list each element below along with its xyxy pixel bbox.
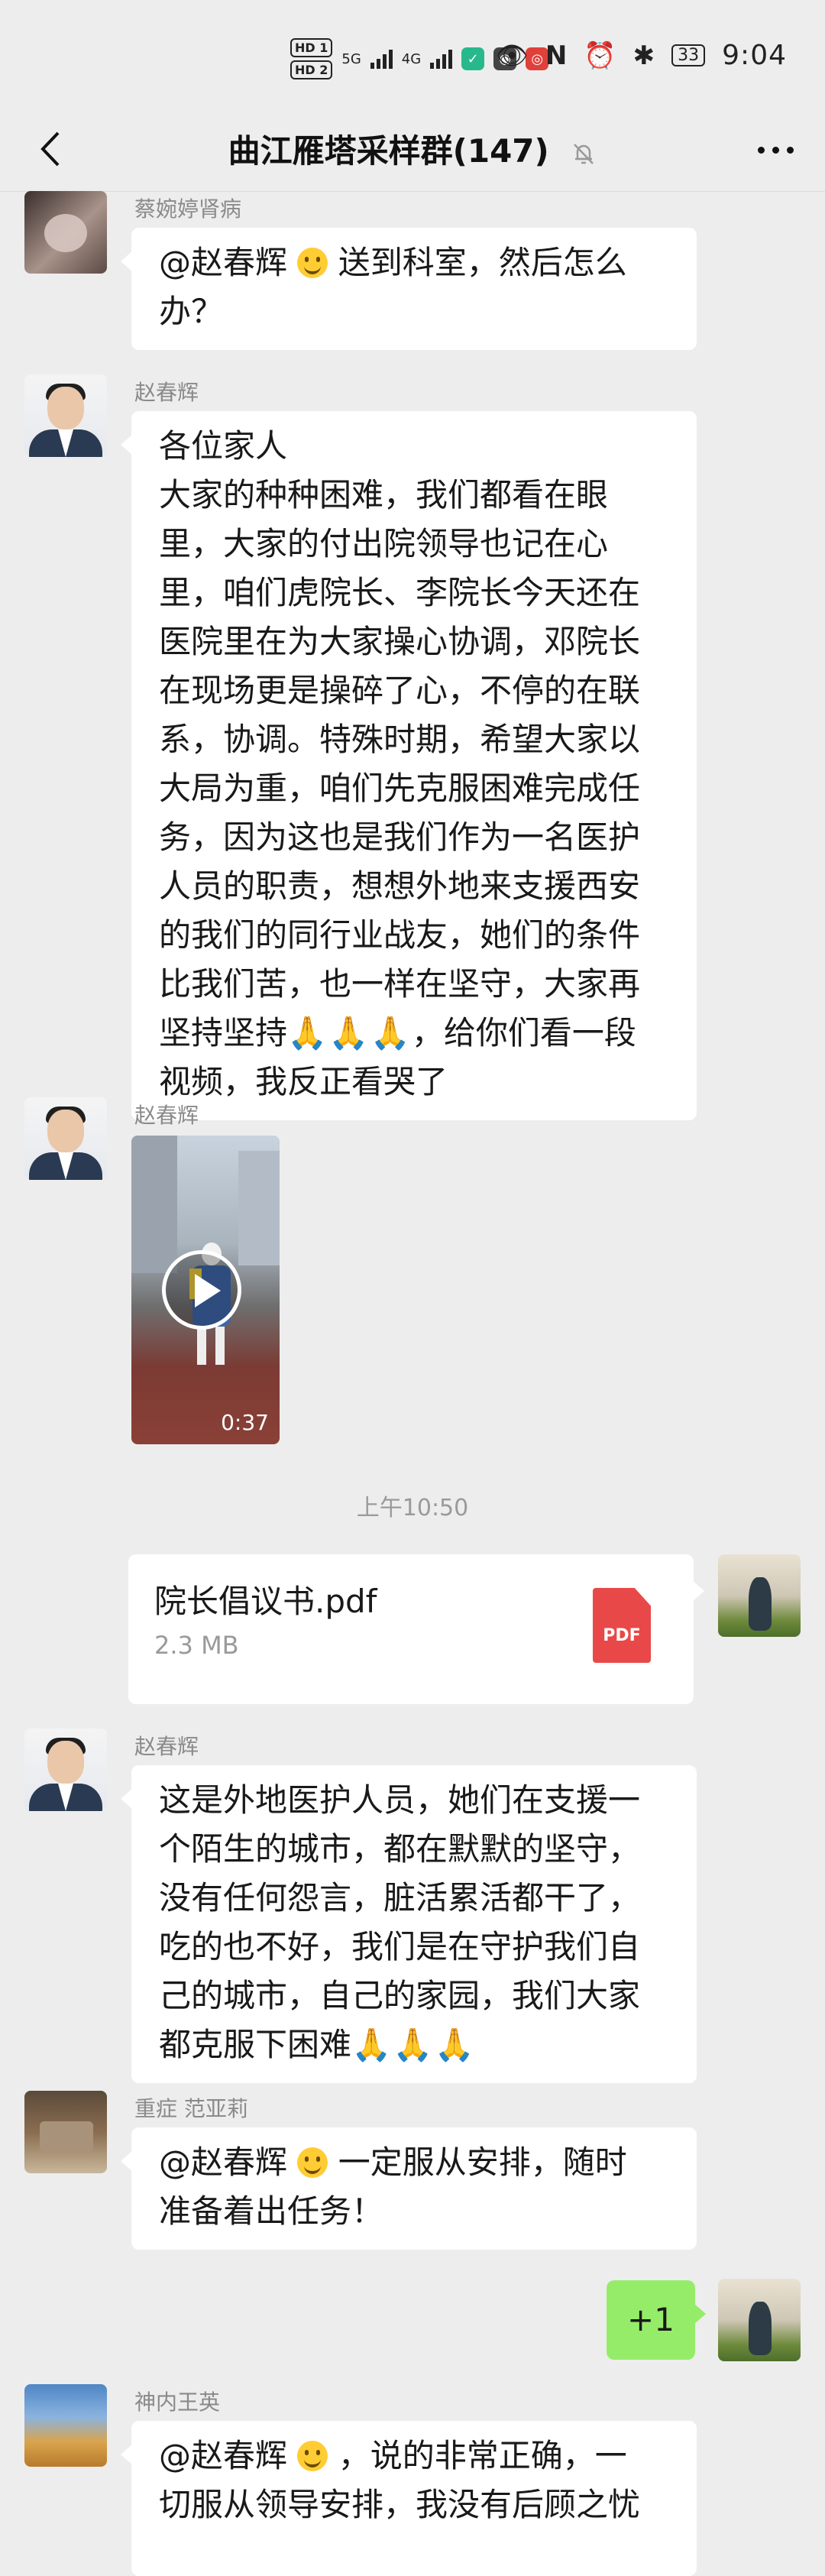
message-bubble[interactable]: +1	[607, 2280, 706, 2360]
avatar[interactable]	[718, 2279, 801, 2361]
avatar[interactable]	[24, 2091, 107, 2173]
nfc-icon: N	[545, 40, 568, 71]
chat-title-wrap: 曲江雁塔采样群(147)	[0, 125, 825, 172]
avatar[interactable]	[24, 2384, 107, 2467]
bluetooth-icon: ✱	[632, 40, 655, 71]
play-icon[interactable]	[162, 1250, 241, 1330]
sender-name: 赵春辉	[134, 1103, 199, 1128]
timestamp: 上午10:50	[356, 1495, 469, 1521]
pdf-file-icon: PDF	[593, 1588, 651, 1663]
smile-emoji-icon	[297, 248, 328, 278]
mention[interactable]: @赵春辉	[159, 2437, 287, 2474]
eye-icon: 👁	[495, 40, 529, 71]
sender-name: 神内王英	[134, 2390, 221, 2415]
message-bubble[interactable]: @赵春辉 送到科室，然后怎么 办？	[121, 228, 697, 350]
file-message[interactable]: 院长倡议书.pdf 2.3 MB PDF	[128, 1554, 704, 1704]
message-bubble[interactable]: @赵春辉 一定服从安排，随时 准备着出任务！	[121, 2127, 697, 2250]
smile-emoji-icon	[297, 2147, 328, 2178]
5g-label: 5G	[341, 50, 361, 67]
sender-name: 赵春辉	[134, 380, 199, 405]
clock: 9:04	[722, 40, 787, 71]
sender-name: 重症 范亚莉	[134, 2096, 248, 2121]
message-text: 这是外地医护人员，她们在支援一 个陌生的城市，都在默默的坚守， 没有任何怨言，脏…	[159, 1781, 641, 2063]
muted-bell-icon	[574, 143, 594, 164]
status-bar: HD 1 HD 2 5G 4G ✓ ◉ ◎ 👁 N ⏰ ✱ 33 9:04	[0, 0, 825, 122]
message-bubble[interactable]: 这是外地医护人员，她们在支援一 个陌生的城市，都在默默的坚守， 没有任何怨言，脏…	[121, 1765, 697, 2083]
video-message[interactable]: 0:37	[131, 1136, 280, 1444]
smile-emoji-icon	[297, 2441, 328, 2471]
avatar[interactable]	[24, 374, 107, 457]
pray-emoji: 🙏🙏🙏	[351, 2026, 476, 2063]
sender-name: 蔡婉婷肾病	[134, 196, 242, 222]
video-duration: 0:37	[221, 1410, 269, 1435]
4g-label: 4G	[401, 50, 422, 67]
avatar[interactable]	[24, 1097, 107, 1180]
file-name: 院长倡议书.pdf	[154, 1583, 377, 1620]
battery-icon: 33	[671, 44, 706, 66]
signal-icon-2	[430, 49, 453, 69]
avatar[interactable]	[24, 191, 107, 274]
chat-title: 曲江雁塔采样群(147)	[228, 132, 549, 170]
signal-icon	[370, 49, 393, 69]
sender-name: 赵春辉	[134, 1734, 199, 1759]
avatar[interactable]	[24, 1729, 107, 1811]
more-button[interactable]	[749, 128, 802, 171]
alarm-icon: ⏰	[584, 40, 616, 71]
message-bubble[interactable]: 各位家人 大家的种种困难，我们都看在眼 里，大家的付出院领导也记在心 里，咱们虎…	[121, 411, 697, 1120]
message-bubble[interactable]: @赵春辉 ，说的非常正确，一 切服从领导安排，我没有后顾之忧	[121, 2421, 697, 2576]
message-text: 各位家人 大家的种种困难，我们都看在眼 里，大家的付出院领导也记在心 里，咱们虎…	[159, 427, 641, 1051]
avatar[interactable]	[718, 1554, 801, 1637]
hd1-badge: HD 1	[290, 38, 333, 57]
chat-header: 曲江雁塔采样群(147)	[0, 107, 825, 192]
status-right: 👁 N ⏰ ✱ 33 9:04	[496, 40, 787, 71]
pray-emoji: 🙏🙏🙏	[287, 1014, 412, 1051]
mention[interactable]: @赵春辉	[159, 244, 287, 281]
hd2-badge: HD 2	[290, 60, 333, 79]
message-text: +1	[627, 2301, 675, 2338]
app-notification-icon: ✓	[461, 47, 485, 70]
mention[interactable]: @赵春辉	[159, 2143, 287, 2181]
file-size: 2.3 MB	[154, 1631, 239, 1660]
